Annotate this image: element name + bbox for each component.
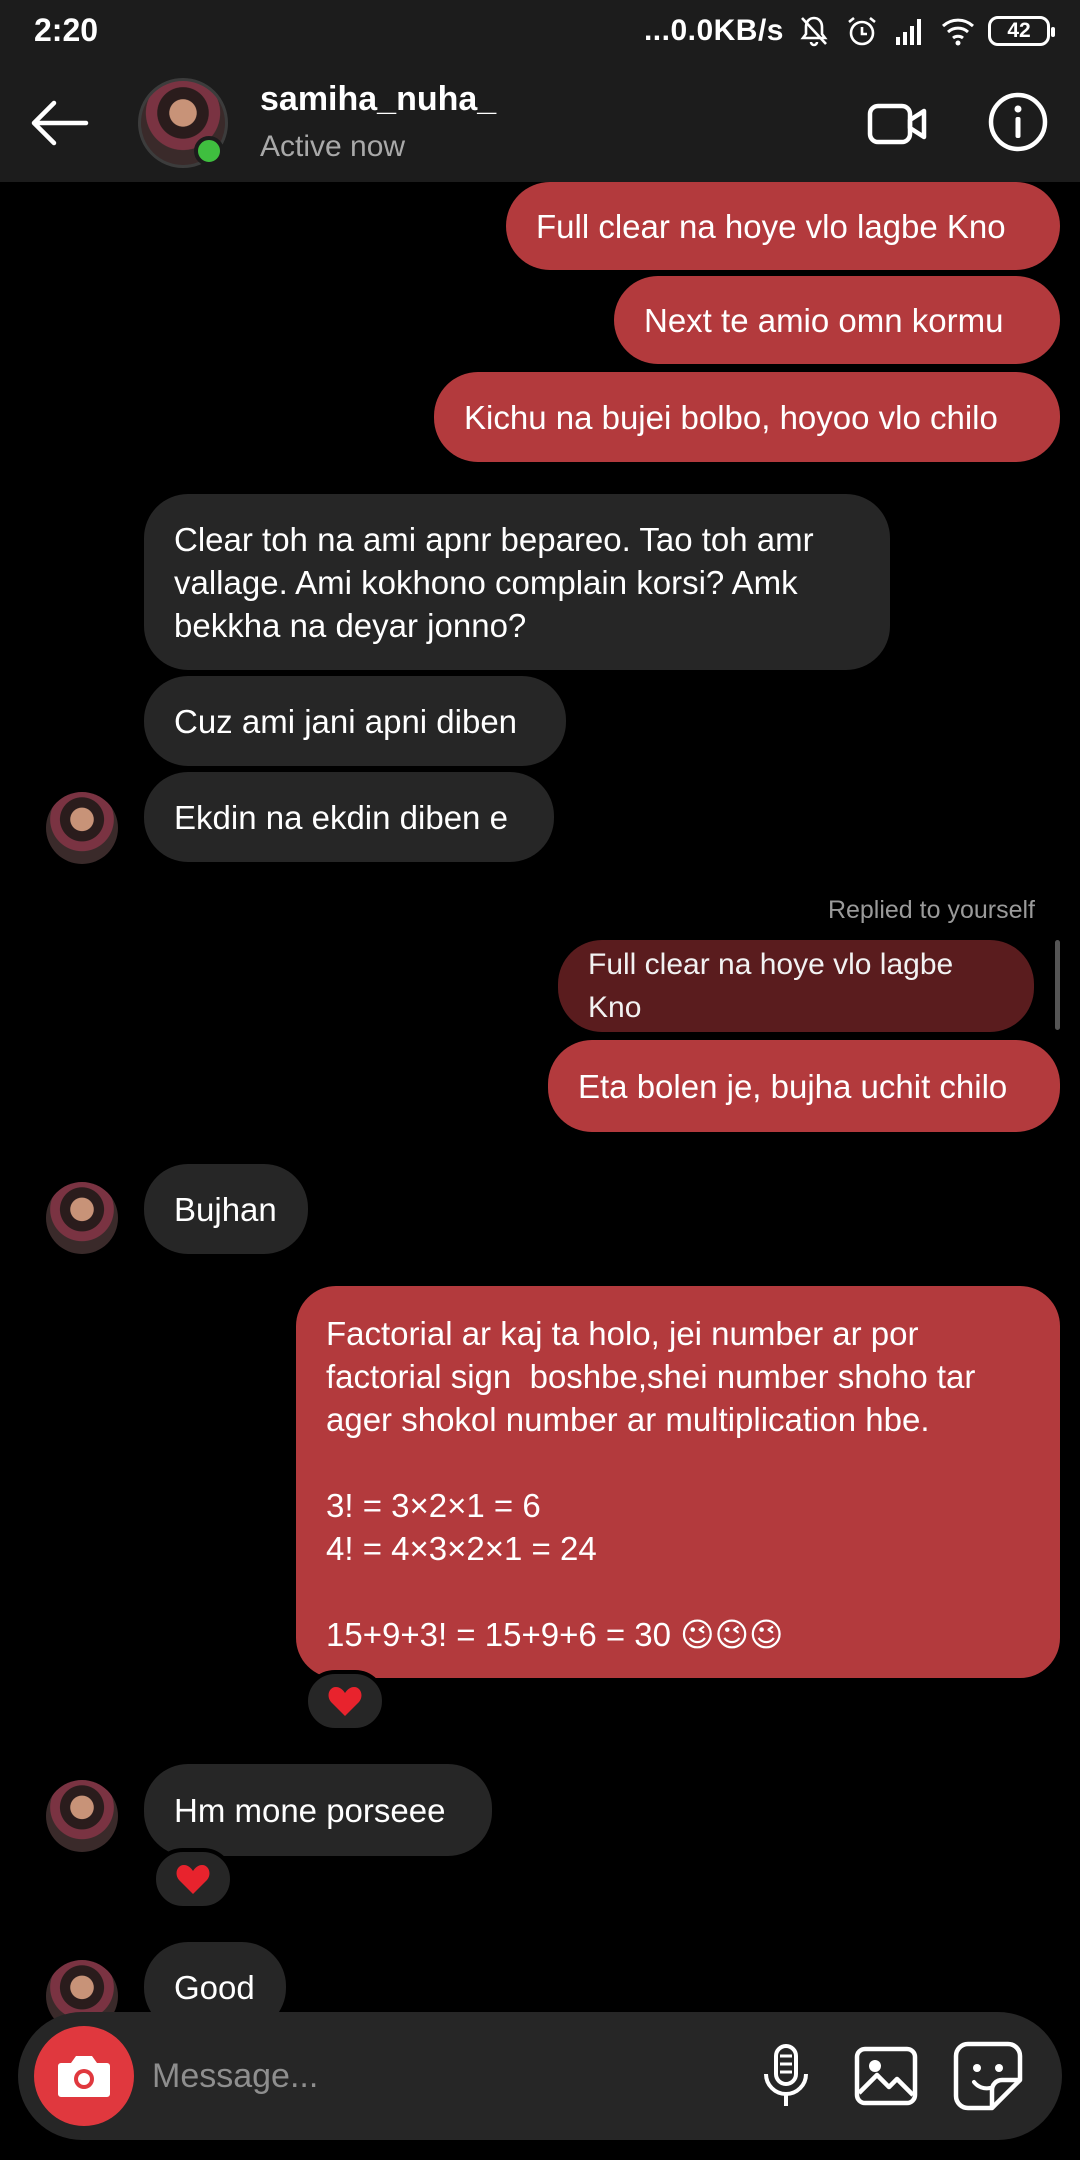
contact-avatar[interactable]: [46, 792, 118, 864]
heart-icon: [328, 1687, 362, 1716]
quoted-text: Full clear na hoye vlo lagbe Kno: [588, 948, 962, 1024]
incoming-message[interactable]: Hm mone porseee: [144, 1764, 492, 1856]
info-icon[interactable]: [986, 90, 1050, 154]
microphone-icon[interactable]: [750, 2040, 822, 2112]
alarm-icon: [848, 16, 876, 46]
message-text: Hm mone porseee: [174, 1791, 446, 1829]
outgoing-message[interactable]: Next te amio omn kormu: [614, 276, 1060, 364]
message-text: Good: [174, 1968, 255, 2006]
incoming-message[interactable]: Clear toh na ami apnr bepareo. Tao toh a…: [144, 494, 890, 670]
network-speed: ...0.0KB/s: [643, 14, 784, 47]
back-arrow-icon[interactable]: [26, 90, 92, 156]
online-indicator: [194, 136, 224, 166]
message-reaction[interactable]: [152, 1848, 234, 1910]
message-text: Full clear na hoye vlo lagbe Kno: [536, 207, 1006, 245]
status-icons: ...0.0KB/s 42: [643, 12, 1055, 50]
message-composer: [18, 2012, 1062, 2140]
incoming-message[interactable]: Bujhan: [144, 1164, 308, 1254]
reply-label: Replied to yourself: [827, 896, 1035, 924]
contact-avatar[interactable]: [46, 1780, 118, 1852]
scrollbar[interactable]: [1055, 940, 1060, 1030]
camera-icon: [58, 2056, 110, 2097]
message-text: Eta bolen je, bujha uchit chilo: [578, 1067, 1008, 1105]
contact-avatar[interactable]: [46, 1182, 118, 1254]
message-text: Kichu na bujei bolbo, hoyoo vlo chilo: [464, 398, 998, 436]
status-time: 2:20: [34, 12, 99, 48]
contact-username[interactable]: samiha_nuha_: [260, 80, 496, 119]
message-text: Clear toh na ami apnr bepareo. Tao toh a…: [174, 521, 823, 644]
outgoing-message[interactable]: Full clear na hoye vlo lagbe Kno: [506, 182, 1060, 270]
camera-button[interactable]: [34, 2026, 134, 2126]
heart-icon: [176, 1865, 210, 1894]
incoming-message[interactable]: Cuz ami jani apni diben: [144, 676, 566, 766]
outgoing-message[interactable]: Factorial ar kaj ta holo, jei number ar …: [296, 1286, 1060, 1678]
outgoing-message[interactable]: Kichu na bujei bolbo, hoyoo vlo chilo: [434, 372, 1060, 462]
status-bar: 2:20 ...0.0KB/s 42: [0, 0, 1080, 62]
message-text: Next te amio omn kormu: [644, 301, 1004, 339]
message-text: Cuz ami jani apni diben: [174, 702, 518, 740]
message-text: Ekdin na ekdin diben e: [174, 798, 508, 836]
battery-level: 42: [1007, 19, 1031, 42]
mute-bell-icon: [800, 16, 828, 47]
message-reaction[interactable]: [304, 1670, 386, 1732]
battery-icon: 42: [988, 16, 1055, 46]
message-text: Bujhan: [174, 1190, 277, 1228]
sticker-icon[interactable]: [950, 2038, 1026, 2114]
contact-active-status: Active now: [260, 130, 406, 163]
video-call-icon[interactable]: [866, 92, 930, 156]
gallery-icon[interactable]: [850, 2040, 922, 2112]
signal-icon: [896, 19, 921, 45]
message-input[interactable]: [152, 2046, 712, 2106]
wifi-icon: [941, 18, 975, 46]
outgoing-message[interactable]: Eta bolen je, bujha uchit chilo: [548, 1040, 1060, 1132]
chat-header: samiha_nuha_ Active now: [0, 62, 1080, 182]
message-text: Factorial ar kaj ta holo, jei number ar …: [326, 1315, 976, 1653]
quoted-message[interactable]: Full clear na hoye vlo lagbe Kno: [558, 940, 1034, 1032]
incoming-message[interactable]: Ekdin na ekdin diben e: [144, 772, 554, 862]
